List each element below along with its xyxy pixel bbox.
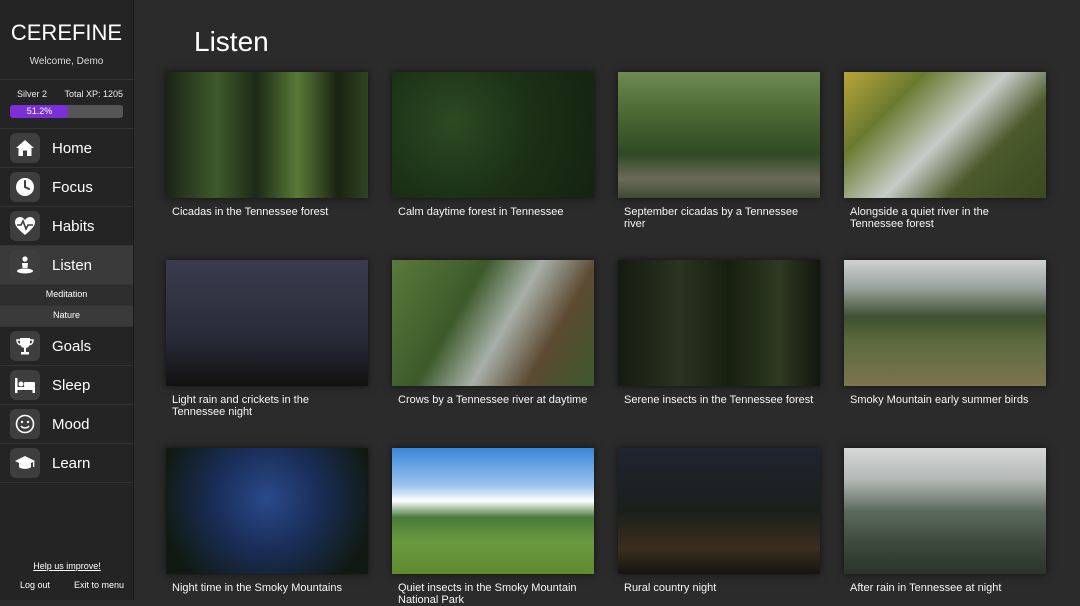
sound-thumbnail (844, 260, 1046, 386)
sound-title: Quiet insects in the Smoky Mountain Nati… (398, 582, 577, 606)
graduation-cap-icon (10, 448, 40, 478)
app-logo-text: CEREFINE (10, 20, 123, 45)
sound-title: Crows by a Tennessee river at daytime (398, 394, 588, 406)
nav-label-goals: Goals (52, 337, 92, 355)
sound-title: After rain in Tennessee at night (850, 582, 1002, 594)
nav-label-sleep: Sleep (52, 376, 91, 394)
smiley-icon (10, 409, 40, 439)
total-xp-label: Total XP: 1205 (64, 89, 123, 99)
xp-row: Silver 2 Total XP: 1205 (0, 80, 133, 99)
sound-card[interactable]: Night time in the Smoky Mountains (166, 448, 368, 594)
nav-item-mood[interactable]: Mood (0, 405, 133, 444)
nav-subitem-meditation[interactable]: Meditation (0, 285, 133, 306)
sidebar-footer: Help us improve! Log out Exit to menu (0, 561, 134, 590)
sound-thumbnail (166, 72, 368, 198)
nav-item-habits[interactable]: Habits (0, 207, 133, 246)
sound-title: Light rain and crickets in the Tennessee… (172, 394, 309, 418)
sound-title: Calm daytime forest in Tennessee (398, 206, 564, 218)
nav-item-focus[interactable]: Focus (0, 168, 133, 207)
nav-subitem-nature[interactable]: Nature (0, 306, 133, 327)
xp-progress-text: 51.2% (26, 106, 53, 116)
brand: CEREFINE Welcome, Demo (0, 0, 133, 67)
sound-title: Alongside a quiet river in the Tennessee… (850, 206, 989, 230)
nav-item-sleep[interactable]: Sleep (0, 366, 133, 405)
nav-label-listen: Listen (52, 256, 93, 274)
sound-thumbnail (392, 260, 594, 386)
main-content: Listen Cicadas in the Tennessee forest C… (136, 0, 1080, 606)
home-icon (10, 133, 40, 163)
heartbeat-icon (10, 211, 40, 241)
sound-title: September cicadas by a Tennessee river (624, 206, 799, 230)
welcome-text: Welcome, Demo (29, 56, 104, 67)
xp-progress-bar: 51.2% (10, 105, 123, 118)
sound-thumbnail (166, 448, 368, 574)
sound-title: Smoky Mountain early summer birds (850, 394, 1029, 406)
sound-thumbnail (392, 72, 594, 198)
nav-item-home[interactable]: Home (0, 129, 133, 168)
sound-thumbnail (844, 72, 1046, 198)
sound-card[interactable]: Serene insects in the Tennessee forest (618, 260, 820, 406)
sound-thumbnail (618, 448, 820, 574)
meditation-icon (10, 250, 40, 280)
nav-menu: Home Focus Habits Listen Meditation Natu… (0, 128, 133, 483)
nav-label-home: Home (52, 139, 93, 157)
sound-card[interactable]: Alongside a quiet river in the Tennessee… (844, 72, 1046, 230)
sound-card[interactable]: Rural country night (618, 448, 820, 594)
sound-title: Rural country night (624, 582, 717, 594)
logout-link[interactable]: Log out (20, 580, 50, 590)
nav-label-learn: Learn (52, 454, 91, 472)
bed-icon (10, 370, 40, 400)
trophy-icon (10, 331, 40, 361)
sound-thumbnail (392, 448, 594, 574)
sound-card[interactable]: After rain in Tennessee at night (844, 448, 1046, 594)
clock-icon (10, 172, 40, 202)
sound-card[interactable]: September cicadas by a Tennessee river (618, 72, 820, 230)
nav-item-goals[interactable]: Goals (0, 327, 133, 366)
sound-title: Cicadas in the Tennessee forest (172, 206, 329, 218)
sound-card[interactable]: Crows by a Tennessee river at daytime (392, 260, 594, 406)
nav-label-mood: Mood (52, 415, 90, 433)
page-title: Listen (194, 26, 269, 57)
sound-card[interactable]: Light rain and crickets in the Tennessee… (166, 260, 368, 418)
nav-label-habits: Habits (52, 217, 95, 235)
sound-card[interactable]: Quiet insects in the Smoky Mountain Nati… (392, 448, 594, 606)
sound-thumbnail (618, 260, 820, 386)
sound-title: Serene insects in the Tennessee forest (624, 394, 814, 406)
nav-item-learn[interactable]: Learn (0, 444, 133, 483)
sound-card[interactable]: Cicadas in the Tennessee forest (166, 72, 368, 218)
sound-thumbnail (166, 260, 368, 386)
sound-title: Night time in the Smoky Mountains (172, 582, 342, 594)
sound-thumbnail (844, 448, 1046, 574)
sound-card[interactable]: Calm daytime forest in Tennessee (392, 72, 594, 218)
exit-menu-link[interactable]: Exit to menu (74, 580, 124, 590)
help-improve-link[interactable]: Help us improve! (0, 561, 134, 571)
sidebar: CEREFINE Welcome, Demo Silver 2 Total XP… (0, 0, 134, 600)
sound-card[interactable]: Smoky Mountain early summer birds (844, 260, 1046, 406)
rank-label: Silver 2 (17, 89, 48, 99)
nav-item-listen[interactable]: Listen (0, 246, 133, 285)
nav-label-focus: Focus (52, 178, 93, 196)
sound-thumbnail (618, 72, 820, 198)
